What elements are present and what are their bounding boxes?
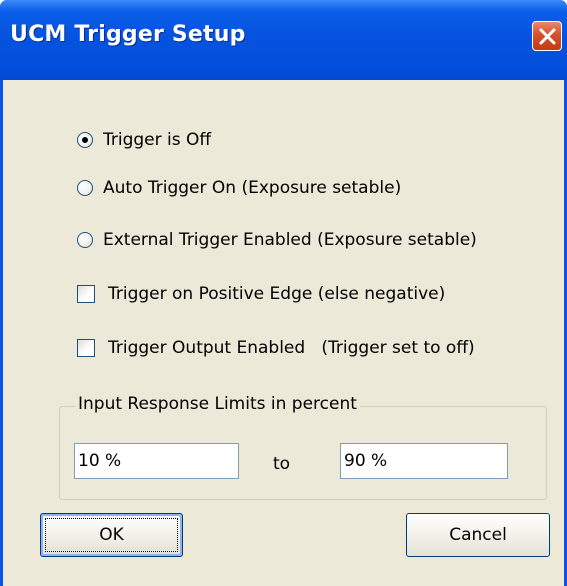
radio-external-trigger-label: External Trigger Enabled (Exposure setab… [103,230,477,250]
window-title: UCM Trigger Setup [10,22,246,47]
radio-trigger-off-button[interactable] [77,132,93,148]
dialog-window: UCM Trigger Setup Trigger is Off Auto Tr… [0,0,567,586]
focus-rectangle [45,518,178,552]
cancel-button[interactable]: Cancel [406,513,550,557]
min-response-input[interactable]: 10 % [74,443,239,479]
radio-auto-trigger-button[interactable] [77,180,93,196]
close-button[interactable] [532,21,562,51]
radio-external-trigger[interactable]: External Trigger Enabled (Exposure setab… [77,227,477,253]
checkbox-trigger-output-label: Trigger Output Enabled (Trigger set to o… [108,338,475,358]
checkbox-positive-edge-box[interactable] [77,285,95,303]
checkbox-positive-edge[interactable]: Trigger on Positive Edge (else negative) [77,281,445,307]
checkbox-trigger-output-box[interactable] [77,339,95,357]
to-label: to [273,454,291,474]
title-bar[interactable]: UCM Trigger Setup [0,0,567,80]
radio-external-trigger-button[interactable] [77,232,93,248]
radio-trigger-off-label: Trigger is Off [103,130,212,150]
response-limits-group-label: Input Response Limits in percent [75,394,360,414]
ok-button[interactable]: OK [40,513,183,557]
cancel-button-label: Cancel [449,525,507,545]
radio-auto-trigger-label: Auto Trigger On (Exposure setable) [103,178,402,198]
dialog-body: Trigger is Off Auto Trigger On (Exposure… [3,80,564,586]
close-icon [539,28,556,45]
checkbox-trigger-output[interactable]: Trigger Output Enabled (Trigger set to o… [77,335,475,361]
checkbox-positive-edge-label: Trigger on Positive Edge (else negative) [108,284,446,304]
radio-auto-trigger[interactable]: Auto Trigger On (Exposure setable) [77,175,401,201]
max-response-input[interactable]: 90 % [340,443,508,479]
radio-trigger-off[interactable]: Trigger is Off [77,127,211,153]
